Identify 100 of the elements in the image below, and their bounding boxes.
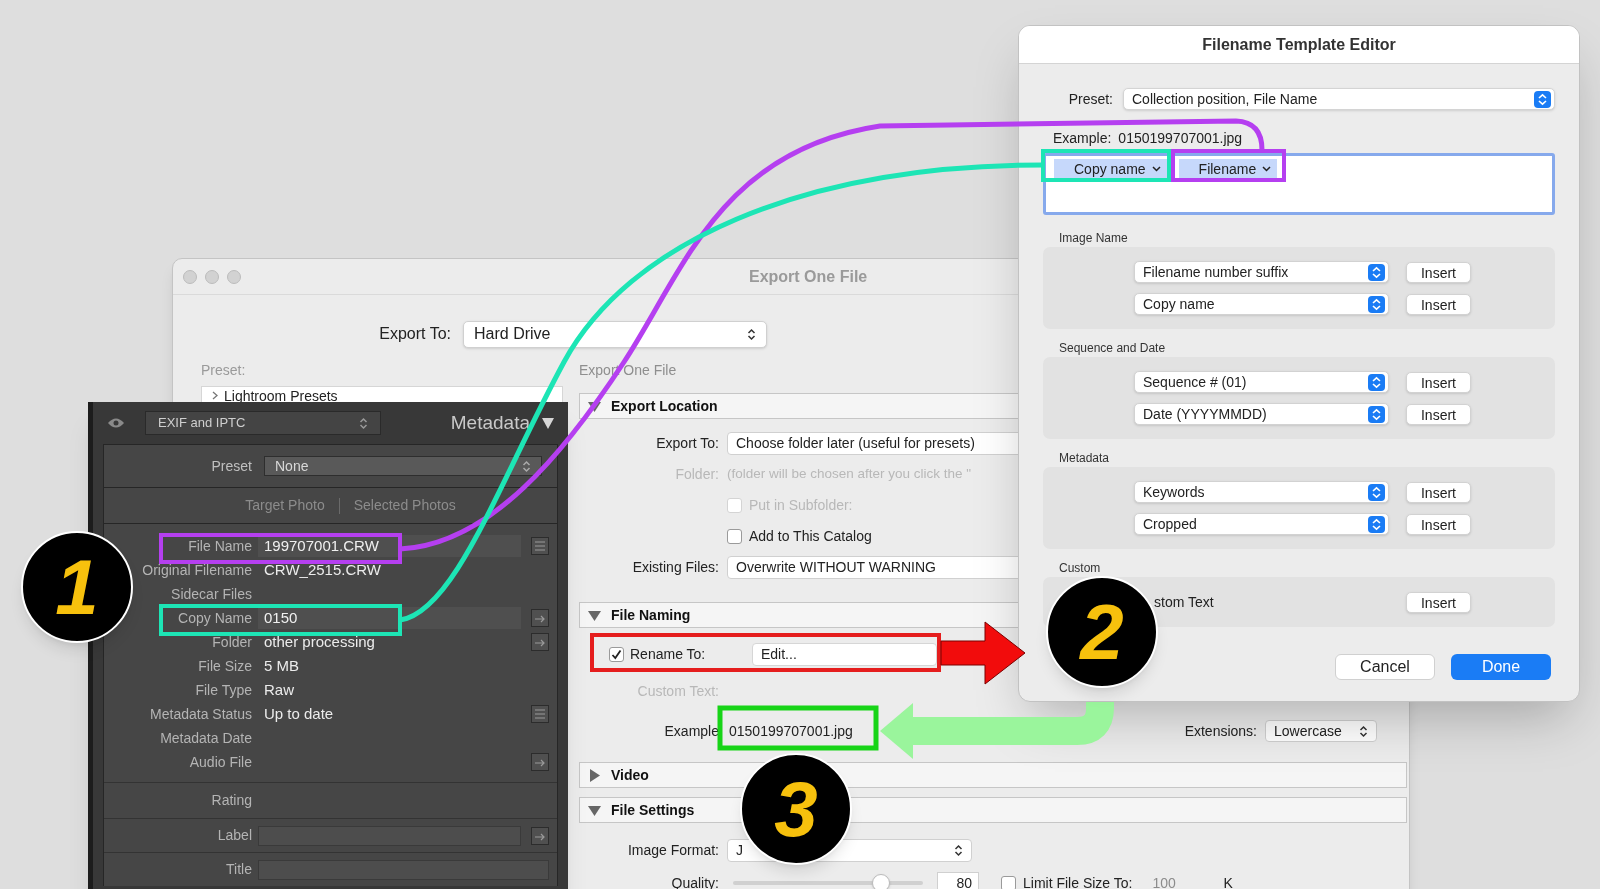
field-label: Original Filename bbox=[141, 560, 252, 580]
view-select[interactable]: EXIF and IPTC bbox=[145, 411, 381, 435]
insert-button[interactable]: Insert bbox=[1406, 513, 1471, 535]
select-value: Hard Drive bbox=[474, 324, 551, 344]
disclosure-icon[interactable] bbox=[588, 608, 601, 622]
group-title: Image Name bbox=[1058, 230, 1129, 247]
unit-label: K bbox=[1223, 873, 1233, 889]
updown-icon bbox=[359, 416, 368, 430]
disclosure-icon[interactable] bbox=[588, 399, 601, 413]
preset-select[interactable]: None bbox=[264, 456, 542, 476]
insert-button[interactable]: Insert bbox=[1406, 591, 1471, 613]
field-label: Metadata Status bbox=[149, 704, 252, 724]
cancel-button[interactable]: Cancel bbox=[1335, 654, 1435, 680]
field-label: Audio File bbox=[188, 752, 252, 772]
group-title: Custom bbox=[1058, 560, 1102, 577]
checkbox-label: Limit File Size To: bbox=[1023, 873, 1133, 889]
stepper-icon bbox=[1368, 263, 1385, 281]
checkbox[interactable] bbox=[609, 646, 624, 662]
template-token[interactable]: Copy name bbox=[1054, 159, 1167, 179]
extensions-select[interactable]: Lowercase bbox=[1265, 720, 1377, 742]
field-label: Extensions: bbox=[1184, 721, 1257, 741]
field-label: Export To: bbox=[378, 324, 451, 344]
example-filename: 0150199707001.jpg bbox=[1118, 128, 1243, 148]
slider-thumb[interactable] bbox=[872, 874, 891, 889]
field-label: File Size bbox=[197, 656, 252, 676]
disclosure-icon[interactable] bbox=[588, 803, 601, 817]
window-title: Export One File bbox=[749, 266, 868, 287]
metadata-value: Raw bbox=[264, 681, 294, 698]
group-title: Metadata bbox=[1058, 450, 1111, 467]
updown-icon bbox=[1359, 724, 1368, 738]
metadata-field[interactable]: 0150 bbox=[258, 607, 521, 629]
field-label: File Name bbox=[187, 536, 252, 556]
preset-select[interactable]: Collection position, File Name bbox=[1123, 88, 1555, 110]
field-label: File Type bbox=[194, 680, 252, 700]
quality-field[interactable]: 80 bbox=[937, 872, 979, 889]
section-title: File Naming bbox=[611, 605, 691, 625]
preset-label: Preset: bbox=[201, 360, 247, 380]
export-target-select[interactable]: Hard Drive bbox=[463, 320, 767, 348]
stepper-icon bbox=[1368, 295, 1385, 313]
select-value: None bbox=[275, 456, 309, 476]
field-label: Folder bbox=[211, 632, 252, 652]
field-label: Metadata Date bbox=[159, 728, 252, 748]
chevron-down-icon bbox=[1262, 166, 1272, 172]
field-label: Example bbox=[663, 721, 720, 741]
metadata-value: CRW_2515.CRW bbox=[264, 561, 381, 578]
token-select[interactable]: Date (YYYYMMDD) bbox=[1134, 403, 1389, 425]
token-select[interactable]: Keywords bbox=[1134, 481, 1389, 503]
collapse-icon[interactable] bbox=[542, 416, 554, 430]
dialog-title: Filename Template Editor bbox=[1202, 34, 1396, 55]
updown-icon bbox=[954, 843, 963, 857]
checkbox-label: Add to This Catalog bbox=[749, 527, 872, 546]
chevron-down-icon bbox=[1151, 166, 1161, 172]
insert-button[interactable]: Insert bbox=[1406, 481, 1471, 503]
section-title: File Settings bbox=[611, 800, 695, 820]
field-label: Preset: bbox=[1067, 89, 1113, 109]
step-badge: 1 bbox=[21, 531, 133, 643]
token-select[interactable]: Copy name bbox=[1134, 293, 1389, 315]
insert-button[interactable]: Insert bbox=[1406, 403, 1471, 425]
example-filename: 0150199707001.jpg bbox=[729, 721, 853, 741]
stepper-icon bbox=[1534, 90, 1551, 108]
checkbox-label: Rename To: bbox=[630, 644, 707, 664]
metadata-value: other processing bbox=[264, 633, 375, 650]
rename-template-select[interactable]: Edit... bbox=[752, 642, 937, 666]
field-label: Label bbox=[216, 826, 252, 845]
disclosure-icon[interactable] bbox=[588, 768, 601, 782]
stepper-icon bbox=[1368, 515, 1385, 533]
stepper-icon bbox=[1368, 483, 1385, 501]
metadata-value: Up to date bbox=[264, 705, 334, 722]
field-label: Sidecar Files bbox=[170, 584, 252, 604]
field-label: Export To: bbox=[655, 434, 720, 453]
eye-icon[interactable] bbox=[107, 417, 125, 429]
list-icon[interactable] bbox=[531, 705, 549, 723]
list-icon[interactable] bbox=[531, 537, 549, 555]
insert-button[interactable]: Insert bbox=[1406, 261, 1471, 283]
section-title: Export Location bbox=[611, 396, 718, 416]
stepper-icon bbox=[1368, 373, 1385, 391]
field-label: Title bbox=[225, 860, 252, 879]
insert-button[interactable]: Insert bbox=[1406, 293, 1471, 315]
metadata-value: 5 MB bbox=[264, 657, 299, 674]
token-select[interactable]: Cropped bbox=[1134, 513, 1389, 535]
updown-icon bbox=[747, 327, 756, 341]
field-label: Copy Name bbox=[177, 608, 252, 628]
field-label: Preset bbox=[210, 456, 252, 476]
template-field[interactable]: Copy name Filename bbox=[1043, 153, 1555, 215]
quality-slider[interactable] bbox=[733, 874, 923, 889]
checkbox[interactable] bbox=[727, 529, 742, 544]
field-label: Existing Files: bbox=[631, 558, 720, 577]
insert-button[interactable]: Insert bbox=[1406, 371, 1471, 393]
template-token[interactable]: Filename bbox=[1178, 159, 1278, 179]
stepper-icon bbox=[1368, 405, 1385, 423]
field-label: Rating bbox=[210, 791, 252, 810]
preset-folder[interactable]: Lightroom Presets bbox=[224, 387, 338, 404]
field-label: Image Format: bbox=[626, 840, 720, 860]
token-select[interactable]: Sequence # (01) bbox=[1134, 371, 1389, 393]
done-button[interactable]: Done bbox=[1451, 654, 1551, 680]
expand-icon[interactable] bbox=[212, 391, 218, 400]
token-select[interactable]: Filename number suffix bbox=[1134, 261, 1389, 283]
section-title: Video bbox=[611, 765, 649, 785]
field-label: Example: bbox=[1053, 128, 1112, 148]
panel-title: Metadata bbox=[450, 410, 530, 435]
